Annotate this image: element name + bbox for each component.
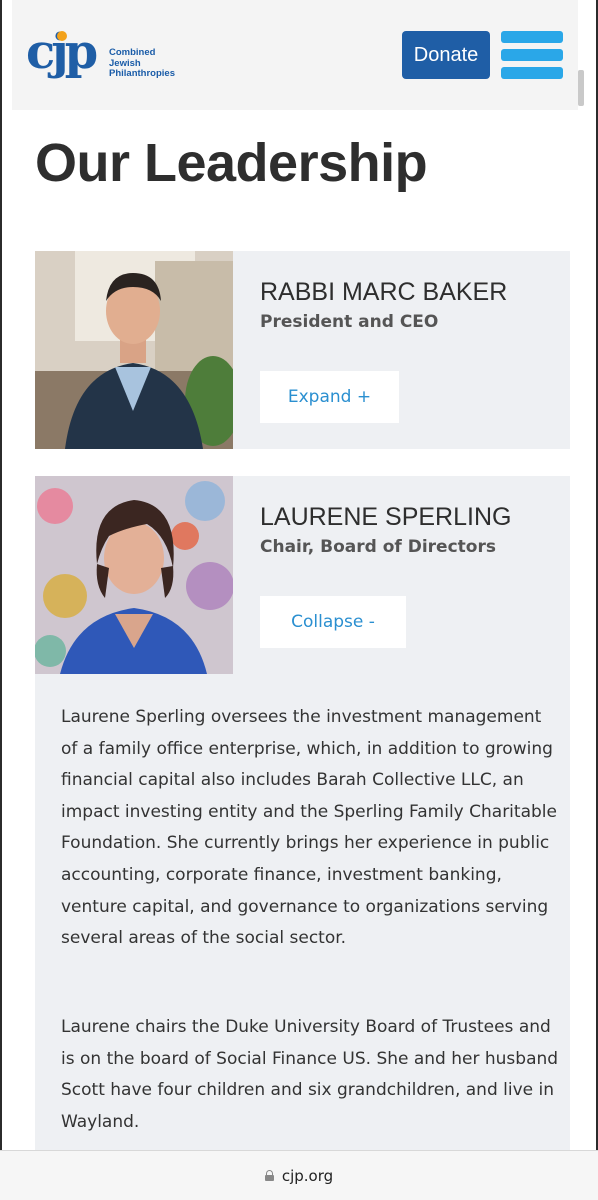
- menu-bar: [501, 67, 563, 79]
- expand-button[interactable]: Expand +: [260, 371, 399, 423]
- collapse-button[interactable]: Collapse -: [260, 596, 406, 648]
- leader-card-laurene-sperling: LAURENE SPERLING Chair, Board of Directo…: [35, 476, 570, 1156]
- leader-photo: [35, 476, 233, 674]
- leader-role: Chair, Board of Directors: [260, 537, 496, 557]
- menu-bar: [501, 31, 563, 43]
- page-title: Our Leadership: [35, 133, 428, 193]
- device-frame-left: [0, 0, 2, 1200]
- site-header: cjp Combined Jewish Philanthropies Donat…: [12, 0, 584, 110]
- leader-card-marc-baker: RABBI MARC BAKER President and CEO Expan…: [35, 251, 570, 449]
- logo-wordmark: Combined Jewish Philanthropies: [109, 47, 175, 80]
- leader-name: RABBI MARC BAKER: [260, 278, 508, 306]
- cjp-logo[interactable]: cjp Combined Jewish Philanthropies: [26, 22, 196, 92]
- cjp-logo-mark: cjp: [26, 28, 101, 80]
- browser-address-bar[interactable]: cjp.org: [0, 1150, 598, 1200]
- logo-line: Combined: [109, 47, 156, 58]
- leader-role: President and CEO: [260, 312, 439, 332]
- menu-bar: [501, 49, 563, 61]
- leader-photo: [35, 251, 233, 449]
- url-text: cjp.org: [281, 1166, 334, 1185]
- leader-name: LAURENE SPERLING: [260, 503, 512, 531]
- leader-bio-paragraph: Laurene chairs the Duke University Board…: [61, 1017, 559, 1132]
- logo-line: Philanthropies: [109, 68, 175, 79]
- donate-button[interactable]: Donate: [402, 31, 490, 79]
- hamburger-menu-icon[interactable]: [501, 31, 563, 79]
- header-scroll-indicator: [578, 70, 584, 106]
- lock-icon: [264, 1170, 274, 1181]
- leader-bio-paragraph: Laurene Sperling oversees the investment…: [61, 707, 557, 949]
